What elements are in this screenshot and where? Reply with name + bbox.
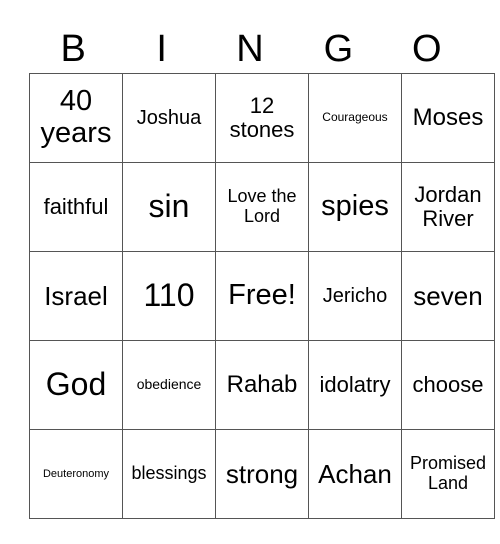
bingo-cell[interactable]: Achan — [308, 429, 402, 519]
bingo-cell[interactable]: Deuteronomy — [29, 429, 123, 519]
bingo-cell[interactable]: spies — [308, 162, 402, 252]
free-space-cell[interactable]: Free! — [215, 251, 309, 341]
grid-row: faithful sin Love the Lord spies Jordan … — [29, 162, 495, 252]
bingo-header: B I N G O — [29, 25, 471, 73]
header-letter-n: N — [236, 28, 264, 70]
bingo-cell[interactable]: 12 stones — [215, 73, 309, 163]
grid-row: Israel 110 Free! Jericho seven — [29, 251, 495, 341]
bingo-cell[interactable]: idolatry — [308, 340, 402, 430]
bingo-cell[interactable]: sin — [122, 162, 216, 252]
bingo-cell[interactable]: Courageous — [308, 73, 402, 163]
grid-row: God obedience Rahab idolatry choose — [29, 340, 495, 430]
header-letter-b: B — [60, 28, 86, 70]
bingo-cell[interactable]: 40 years — [29, 73, 123, 163]
bingo-cell[interactable]: Joshua — [122, 73, 216, 163]
bingo-cell[interactable]: seven — [401, 251, 495, 341]
bingo-cell[interactable]: obedience — [122, 340, 216, 430]
grid-row: 40 years Joshua 12 stones Courageous Mos… — [29, 73, 495, 163]
bingo-cell[interactable]: Promised Land — [401, 429, 495, 519]
header-letter-g: G — [323, 28, 354, 70]
bingo-cell[interactable]: choose — [401, 340, 495, 430]
bingo-cell[interactable]: faithful — [29, 162, 123, 252]
bingo-cell[interactable]: Israel — [29, 251, 123, 341]
bingo-cell[interactable]: Rahab — [215, 340, 309, 430]
header-letter-o: O — [412, 28, 442, 70]
bingo-cell[interactable]: strong — [215, 429, 309, 519]
bingo-cell[interactable]: Jericho — [308, 251, 402, 341]
header-letter-i: I — [156, 28, 167, 70]
bingo-cell[interactable]: Moses — [401, 73, 495, 163]
bingo-grid: 40 years Joshua 12 stones Courageous Mos… — [29, 73, 495, 519]
bingo-cell[interactable]: God — [29, 340, 123, 430]
bingo-cell[interactable]: Jordan River — [401, 162, 495, 252]
bingo-cell[interactable]: blessings — [122, 429, 216, 519]
bingo-cell[interactable]: Love the Lord — [215, 162, 309, 252]
bingo-cell[interactable]: 110 — [122, 251, 216, 341]
grid-row: Deuteronomy blessings strong Achan Promi… — [29, 429, 495, 519]
